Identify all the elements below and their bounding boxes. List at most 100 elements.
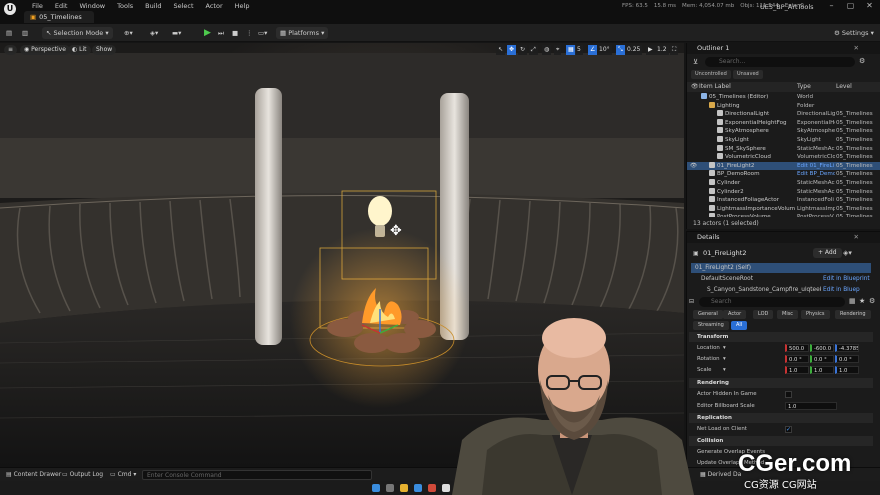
chevron-down-icon[interactable]: ▾ bbox=[723, 367, 726, 373]
menu-item-file[interactable]: File bbox=[26, 2, 49, 10]
content-browser-icon[interactable]: ▥ bbox=[22, 27, 28, 39]
outliner-row[interactable]: SkyLight SkyLight 05_Timelines bbox=[687, 135, 880, 145]
console-input[interactable]: Enter Console Command bbox=[142, 470, 372, 480]
outliner-row[interactable]: BP_DemoRoom Edit BP_Demo 05_Timelines bbox=[687, 170, 880, 179]
blueprint-icon[interactable]: ◈▾ bbox=[150, 27, 158, 39]
minimize-icon[interactable]: – bbox=[822, 1, 841, 11]
surface-snap-icon[interactable]: ⌖ bbox=[554, 45, 562, 55]
column-level[interactable]: Level bbox=[836, 82, 852, 92]
outliner-row[interactable]: PostProcessVolume PostProcessV05_Timeline… bbox=[687, 213, 880, 217]
outliner-row[interactable]: 05_Timelines (Editor) World bbox=[687, 93, 880, 102]
category-lod[interactable]: LOD bbox=[753, 310, 774, 319]
transform-scale-label[interactable]: Scale bbox=[697, 367, 712, 373]
camera-speed-icon[interactable]: ▶ bbox=[646, 45, 655, 55]
transform-scale-y-field[interactable]: 1.0 bbox=[810, 366, 834, 374]
outliner-row[interactable]: ExponentialHeightFog ExponentialHe 05_Time… bbox=[687, 118, 880, 128]
rotate-snap-value[interactable]: 10° bbox=[597, 45, 612, 55]
perspective-button[interactable]: ◉ Perspective bbox=[20, 45, 70, 55]
close-icon[interactable]: ✕ bbox=[860, 1, 879, 11]
category-misc[interactable]: Misc bbox=[777, 310, 799, 319]
column-type[interactable]: Type bbox=[797, 82, 811, 92]
transform-rotation-x-field[interactable]: 0.0 ° bbox=[785, 355, 809, 363]
component-row[interactable]: DefaultSceneRoot Edit in Blueprint bbox=[691, 274, 871, 284]
details-tab[interactable]: Details ✕ bbox=[687, 232, 880, 243]
column-item-label[interactable]: Item Label bbox=[699, 82, 731, 92]
chevron-down-icon[interactable]: ▾ bbox=[723, 356, 726, 362]
select-tool-icon[interactable]: ↖ bbox=[496, 45, 506, 55]
outliner-row[interactable]: Cylinder2 StaticMeshAc 05_Timelines bbox=[687, 187, 880, 197]
transform-location-z-field[interactable]: -4.37859 bbox=[835, 344, 859, 352]
content-drawer-button[interactable]: ▤ Content Drawer bbox=[6, 470, 61, 480]
net-load-checkbox[interactable]: ✓ bbox=[785, 426, 792, 433]
favorite-icon[interactable]: ★ bbox=[859, 297, 865, 305]
replication-section-header[interactable]: Replication bbox=[689, 413, 873, 423]
transform-rotation-z-field[interactable]: 0.0 ° bbox=[835, 355, 859, 363]
category-general[interactable]: General bbox=[693, 310, 723, 319]
billboard-scale-field[interactable]: 1.0 bbox=[785, 402, 837, 410]
outliner-row[interactable]: VolumetricCloud VolumetricClo 05_Timelines bbox=[687, 153, 880, 162]
filter-icon[interactable]: ⊻ bbox=[693, 58, 698, 66]
chevron-down-icon[interactable]: ▾ bbox=[723, 345, 726, 351]
world-local-icon[interactable]: ◍ bbox=[542, 45, 552, 55]
transform-scale-z-field[interactable]: 1.0 bbox=[835, 366, 859, 374]
maximize-icon[interactable]: ▢ bbox=[841, 1, 860, 11]
outliner-row[interactable]: 👁 01_FireLight2 Edit 01_FireLi 05_Timelines bbox=[687, 161, 880, 171]
search-icon[interactable] bbox=[386, 484, 394, 492]
derived-data-button[interactable]: ▦ Derived Da bbox=[700, 470, 741, 480]
rotate-snap-toggle[interactable]: ∠ bbox=[588, 45, 598, 55]
outliner-row[interactable]: LightmassImportanceVolum LightmassImp 05_T… bbox=[687, 204, 880, 214]
component-row[interactable]: S_Canyon_Sandstone_Campfire_ulqteek_lod0… bbox=[691, 285, 871, 295]
transform-location-label[interactable]: Location bbox=[697, 345, 720, 351]
collision-section-header[interactable]: Collision bbox=[689, 436, 873, 446]
selection-mode-dropdown[interactable]: ↖ Selection Mode ▾ bbox=[42, 27, 113, 39]
outliner-row[interactable]: Lighting Folder bbox=[687, 101, 880, 111]
transform-location-y-field[interactable]: -600.0 bbox=[810, 344, 834, 352]
windows-start-icon[interactable] bbox=[372, 484, 380, 492]
edit-in-blueprint-link[interactable]: Edit in Bluep bbox=[823, 285, 860, 295]
save-icon[interactable]: ▤ bbox=[6, 27, 12, 39]
viewport-options-button[interactable]: ≡ bbox=[4, 45, 18, 55]
app-icon[interactable] bbox=[428, 484, 436, 492]
transform-rotation-y-field[interactable]: 0.0 ° bbox=[810, 355, 834, 363]
play-options-icon[interactable]: ⋮ bbox=[246, 27, 253, 39]
settings-dropdown[interactable]: ⚙ Settings ▾ bbox=[834, 27, 874, 39]
camera-speed-value[interactable]: 1.2 bbox=[655, 45, 669, 55]
transform-location-x-field[interactable]: 500.0 bbox=[785, 344, 809, 352]
move-tool-icon[interactable]: ✥ bbox=[507, 45, 517, 55]
details-settings-icon[interactable]: ⚙ bbox=[869, 297, 875, 305]
outliner-settings-icon[interactable]: ⚙ bbox=[859, 57, 865, 65]
transform-section-header[interactable]: Transform bbox=[689, 332, 873, 342]
show-button[interactable]: Show bbox=[92, 45, 117, 55]
category-all[interactable]: All bbox=[731, 321, 748, 330]
blueprint-options-icon[interactable]: ◈▾ bbox=[843, 249, 852, 257]
actor-hidden-checkbox[interactable] bbox=[785, 391, 792, 398]
outliner-row-type[interactable]: Edit BP_Demo bbox=[797, 170, 835, 179]
chip-uncontrolled[interactable]: Uncontrolled bbox=[691, 70, 731, 79]
browser-icon[interactable] bbox=[414, 484, 422, 492]
outliner-row[interactable]: InstancedFoliageActor InstancedFoli 05_Tim… bbox=[687, 196, 880, 205]
menu-item-tools[interactable]: Tools bbox=[111, 2, 139, 10]
menu-item-build[interactable]: Build bbox=[139, 2, 167, 10]
menu-item-actor[interactable]: Actor bbox=[200, 2, 229, 10]
outliner-row-type[interactable]: Edit 01_FireLi bbox=[797, 162, 835, 171]
maximize-viewport-icon[interactable]: ⛶ bbox=[670, 45, 679, 55]
scale-snap-value[interactable]: 0.25 bbox=[625, 45, 643, 55]
menu-item-edit[interactable]: Edit bbox=[49, 2, 74, 10]
cinematics-icon[interactable]: ▬▾ bbox=[172, 27, 181, 39]
details-search-input[interactable]: Search bbox=[699, 297, 845, 307]
outliner-row[interactable]: SM_SkySphere StaticMeshAc 05_Timelines bbox=[687, 144, 880, 154]
category-streaming[interactable]: Streaming bbox=[693, 321, 729, 330]
stop-icon[interactable]: ■ bbox=[232, 27, 238, 39]
outliner-search-input[interactable]: Search... bbox=[705, 57, 855, 67]
scale-snap-toggle[interactable]: ⤡ bbox=[616, 45, 625, 55]
level-tab[interactable]: ▣ 05_Timelines bbox=[24, 11, 94, 23]
menu-item-window[interactable]: Window bbox=[73, 2, 111, 10]
visibility-eye-icon[interactable]: 👁 bbox=[690, 162, 697, 171]
platforms-dropdown[interactable]: ▦ Platforms ▾ bbox=[276, 27, 329, 39]
file-explorer-icon[interactable] bbox=[400, 484, 408, 492]
launch-icon[interactable]: ▭▾ bbox=[258, 27, 267, 39]
chip-unsaved[interactable]: Unsaved bbox=[733, 70, 763, 79]
outliner-row[interactable]: DirectionalLight DirectionalLig 05_Timelin… bbox=[687, 110, 880, 119]
menu-item-select[interactable]: Select bbox=[167, 2, 199, 10]
edit-in-blueprint-link[interactable]: Edit in Blueprint bbox=[823, 274, 870, 284]
